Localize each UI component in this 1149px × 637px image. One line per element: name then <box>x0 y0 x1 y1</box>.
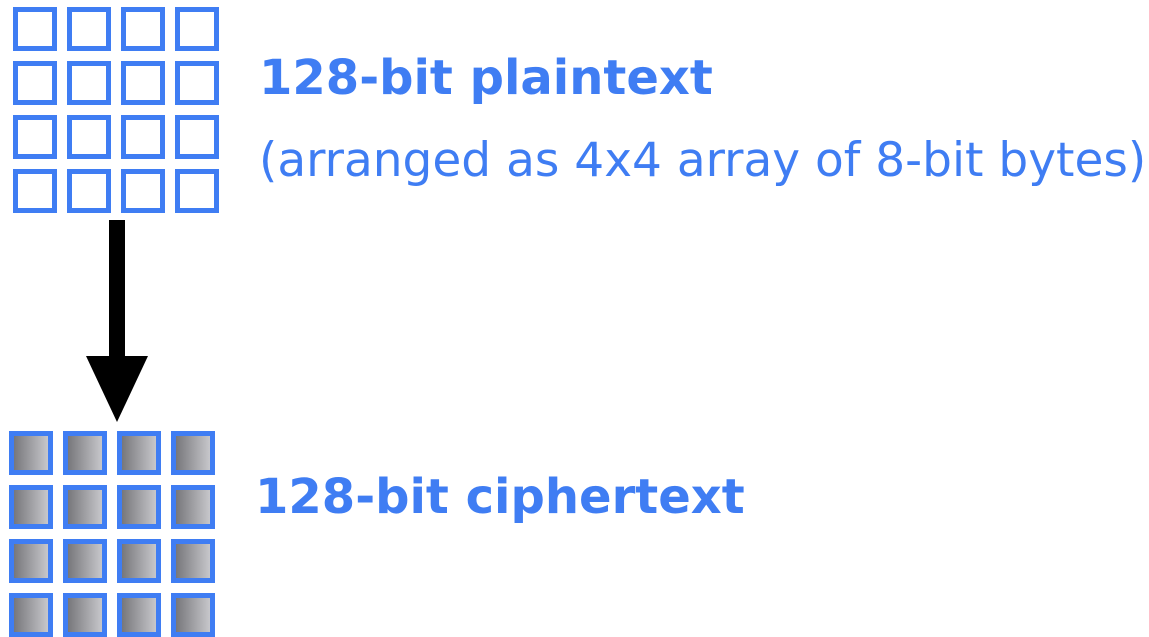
ciphertext-byte-cell <box>171 593 215 637</box>
plaintext-byte-cell <box>175 169 219 213</box>
arrow-down-icon <box>86 220 148 422</box>
ciphertext-byte-cell <box>9 485 53 529</box>
ciphertext-byte-cell <box>117 593 161 637</box>
plaintext-byte-cell <box>121 61 165 105</box>
ciphertext-byte-cell <box>117 539 161 583</box>
ciphertext-byte-cell <box>171 485 215 529</box>
plaintext-byte-cell <box>67 61 111 105</box>
ciphertext-byte-cell <box>171 431 215 475</box>
plaintext-byte-cell <box>13 169 57 213</box>
ciphertext-byte-cell <box>117 431 161 475</box>
ciphertext-byte-cell <box>9 539 53 583</box>
ciphertext-byte-cell <box>9 593 53 637</box>
ciphertext-byte-grid <box>9 431 215 637</box>
plaintext-byte-cell <box>121 115 165 159</box>
plaintext-byte-cell <box>175 61 219 105</box>
plaintext-byte-cell <box>67 169 111 213</box>
plaintext-byte-cell <box>175 115 219 159</box>
plaintext-byte-cell <box>175 7 219 51</box>
plaintext-byte-cell <box>67 7 111 51</box>
plaintext-byte-cell <box>13 115 57 159</box>
ciphertext-byte-cell <box>63 593 107 637</box>
ciphertext-byte-cell <box>63 431 107 475</box>
ciphertext-byte-cell <box>117 485 161 529</box>
ciphertext-byte-cell <box>63 485 107 529</box>
ciphertext-byte-cell <box>171 539 215 583</box>
plaintext-byte-grid <box>13 7 219 213</box>
arrow-head <box>86 356 148 422</box>
plaintext-byte-cell <box>13 61 57 105</box>
arrow-shaft <box>109 220 125 370</box>
plaintext-byte-cell <box>121 169 165 213</box>
ciphertext-byte-cell <box>63 539 107 583</box>
ciphertext-byte-cell <box>9 431 53 475</box>
plaintext-byte-cell <box>121 7 165 51</box>
plaintext-byte-cell <box>13 7 57 51</box>
plaintext-byte-cell <box>67 115 111 159</box>
ciphertext-title: 128-bit ciphertext <box>255 469 745 525</box>
plaintext-subtitle: (arranged as 4x4 array of 8-bit bytes) <box>259 133 1147 188</box>
plaintext-title: 128-bit plaintext <box>259 50 713 106</box>
